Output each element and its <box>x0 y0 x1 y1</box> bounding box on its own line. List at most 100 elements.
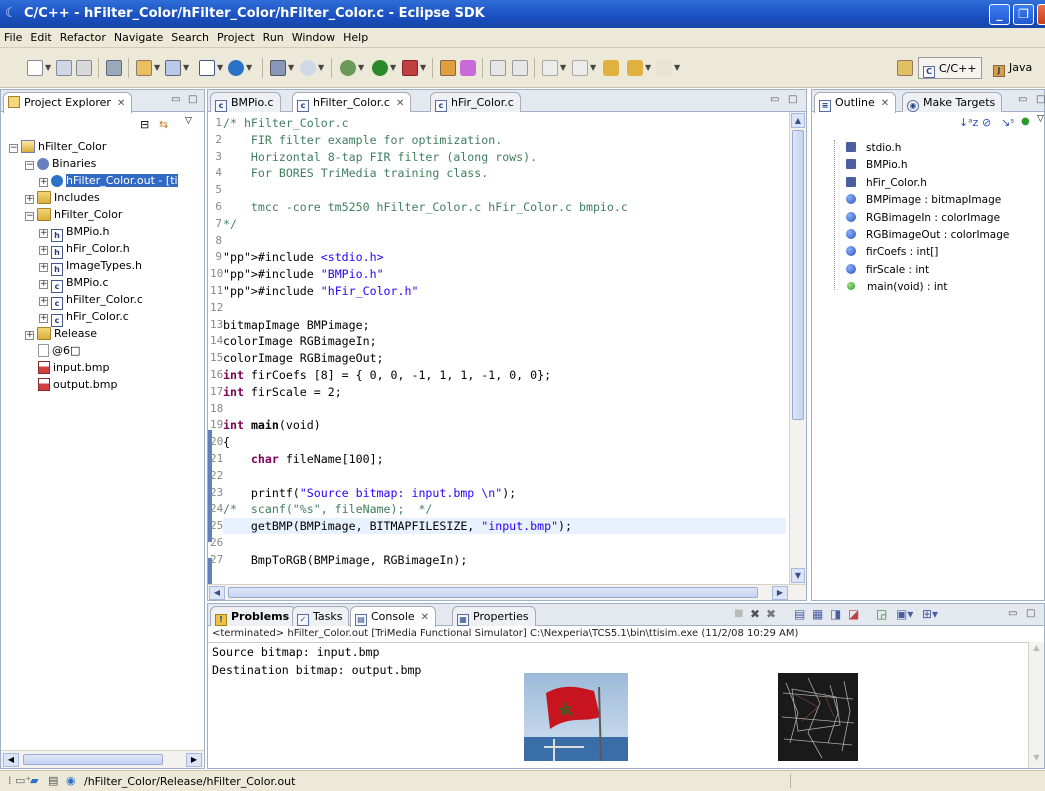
scroll-down-icon[interactable]: ▼ <box>1030 753 1043 767</box>
scroll-up-icon[interactable]: ▲ <box>1030 643 1043 657</box>
tab-hfilter-color-c[interactable]: c hFilter_Color.c ✕ <box>292 92 412 113</box>
build-icon[interactable] <box>106 60 122 76</box>
close-icon[interactable]: ✕ <box>117 98 125 109</box>
close-icon[interactable]: ✕ <box>881 98 889 109</box>
forward-icon[interactable] <box>656 60 672 76</box>
new-console-icon[interactable]: ⊞▾ <box>922 607 938 621</box>
scroll-down-icon[interactable]: ▼ <box>791 568 805 583</box>
menu-run[interactable]: Run <box>259 28 288 48</box>
tree-node-includes[interactable]: + Includes <box>25 189 100 206</box>
sort-icon[interactable]: ↓ᵃz <box>959 116 978 129</box>
package-icon[interactable]: ▰ <box>30 774 38 787</box>
explorer-hscrollbar[interactable]: ◀ ▶ <box>1 750 204 768</box>
link-editor-icon[interactable]: ⇆ <box>159 118 168 131</box>
tree-node-file[interactable]: @6□ <box>38 342 80 359</box>
view-menu-icon[interactable]: ▽ <box>185 116 192 126</box>
outline-item[interactable]: RGBimageOut : colorImage <box>846 227 1009 244</box>
tab-properties[interactable]: ▦ Properties <box>452 606 536 626</box>
maximize-button[interactable]: ❐ <box>1013 4 1034 25</box>
tree-node-file[interactable]: + c hFilter_Color.c <box>39 291 143 310</box>
outline-item[interactable]: firCoefs : int[] <box>846 244 938 261</box>
scroll-lock-icon[interactable]: ▦ <box>812 607 823 621</box>
search-icon[interactable] <box>270 60 286 76</box>
scroll-thumb[interactable] <box>228 587 758 598</box>
tree-node-file[interactable]: + h ImageTypes.h <box>39 257 142 276</box>
tree-node-binary[interactable]: + hFilter_Color.out - [ti <box>39 172 178 189</box>
new-source-icon[interactable] <box>228 60 244 76</box>
outline-item[interactable]: hFir_Color.h <box>846 175 927 192</box>
hide-fields-icon[interactable]: ⊘ <box>982 116 991 129</box>
save-icon[interactable] <box>56 60 72 76</box>
new-project-icon[interactable] <box>136 60 152 76</box>
scroll-thumb[interactable] <box>792 130 804 420</box>
menu-refactor[interactable]: Refactor <box>56 28 110 48</box>
scroll-up-icon[interactable]: ▲ <box>791 113 805 128</box>
outline-item[interactable]: main(void) : int <box>846 279 948 296</box>
scroll-thumb[interactable] <box>23 754 163 765</box>
next-annotation-icon[interactable] <box>542 60 558 76</box>
tree-node-project[interactable]: − hFilter_Color <box>9 138 106 155</box>
show-console-icon[interactable]: ◪ <box>848 607 859 621</box>
menu-help[interactable]: Help <box>339 28 372 48</box>
last-edit-icon[interactable] <box>603 60 619 76</box>
scroll-right-icon[interactable]: ▶ <box>772 586 788 600</box>
scroll-right-icon[interactable]: ▶ <box>186 753 202 767</box>
target-icon[interactable] <box>300 60 316 76</box>
close-button[interactable] <box>1037 4 1045 25</box>
menu-navigate[interactable]: Navigate <box>110 28 167 48</box>
collapse-all-icon[interactable]: ⊟ <box>140 118 149 131</box>
editor-hscrollbar[interactable]: ◀ ▶ <box>208 584 806 600</box>
prev-annotation-icon[interactable] <box>572 60 588 76</box>
external-tools-icon[interactable] <box>402 60 418 76</box>
run-icon[interactable] <box>372 60 388 76</box>
hide-nonpublic-icon[interactable]: ● <box>1021 116 1030 127</box>
remove-launch-icon[interactable]: ✖ <box>750 607 760 621</box>
tree-node-file[interactable]: output.bmp <box>38 376 117 393</box>
menu-file[interactable]: File <box>0 28 26 48</box>
scroll-left-icon[interactable]: ◀ <box>3 753 19 767</box>
perspective-cpp[interactable]: C C/C++ <box>918 57 982 79</box>
console-vscrollbar[interactable]: ▲ ▼ <box>1028 642 1044 768</box>
tree-node-binaries[interactable]: − Binaries <box>25 155 96 172</box>
tab-outline[interactable]: ≡ Outline ✕ <box>814 92 897 113</box>
menu-edit[interactable]: Edit <box>26 28 55 48</box>
outline-item[interactable]: firScale : int <box>846 262 929 279</box>
pin-console-icon[interactable]: ◨ <box>830 607 841 621</box>
editor-vscrollbar[interactable]: ▲ ▼ <box>789 112 806 584</box>
tree-node-file[interactable]: input.bmp <box>38 359 109 376</box>
tab-problems[interactable]: ! Problems <box>210 606 297 626</box>
maximize-icon[interactable]: □ <box>788 94 797 105</box>
tab-bmpio-c[interactable]: c BMPio.c <box>210 92 281 112</box>
new-folder-icon[interactable] <box>165 60 181 76</box>
tree-node-file[interactable]: + h hFir_Color.h <box>39 240 130 259</box>
maximize-icon[interactable]: □ <box>1036 94 1045 105</box>
fast-view-icon[interactable]: ⁞ ▭⁺ <box>8 774 31 787</box>
tab-hfir-color-c[interactable]: c hFir_Color.c <box>430 92 521 112</box>
display-console-icon[interactable]: ◲ <box>876 607 887 621</box>
minimize-icon[interactable]: ▭ <box>1008 608 1017 619</box>
tab-console[interactable]: ▤ Console ✕ <box>350 606 437 627</box>
open-console-icon[interactable]: ▣▾ <box>896 607 913 621</box>
tree-node-file[interactable]: + c hFir_Color.c <box>39 308 129 327</box>
maximize-icon[interactable]: □ <box>1026 608 1035 619</box>
clear-console-icon[interactable]: ▤ <box>794 607 805 621</box>
pen-icon[interactable] <box>460 60 476 76</box>
menu-search[interactable]: Search <box>167 28 213 48</box>
tab-make-targets[interactable]: ◉ Make Targets <box>902 92 1003 112</box>
minimize-icon[interactable]: ▭ <box>770 94 779 105</box>
print-icon[interactable] <box>76 60 92 76</box>
outline-item[interactable]: BMPimage : bitmapImage <box>846 192 1001 209</box>
outline-item[interactable]: BMPio.h <box>846 157 908 174</box>
view-menu-icon[interactable]: ▽ <box>1037 114 1044 124</box>
minimize-icon[interactable]: ▭ <box>171 94 180 105</box>
debug-icon[interactable] <box>340 60 356 76</box>
back-icon[interactable] <box>627 60 643 76</box>
tree-node-release[interactable]: + Release <box>25 325 97 342</box>
close-icon[interactable]: ✕ <box>396 98 404 109</box>
outline-item[interactable]: stdio.h <box>846 140 901 157</box>
new-class-icon[interactable] <box>199 60 215 76</box>
terminate-icon[interactable]: ■ <box>734 608 743 619</box>
minimize-icon[interactable]: ▭ <box>1018 94 1027 105</box>
tab-tasks[interactable]: ✓ Tasks <box>292 606 350 626</box>
tree-node-file[interactable]: + h BMPio.h <box>39 223 110 242</box>
